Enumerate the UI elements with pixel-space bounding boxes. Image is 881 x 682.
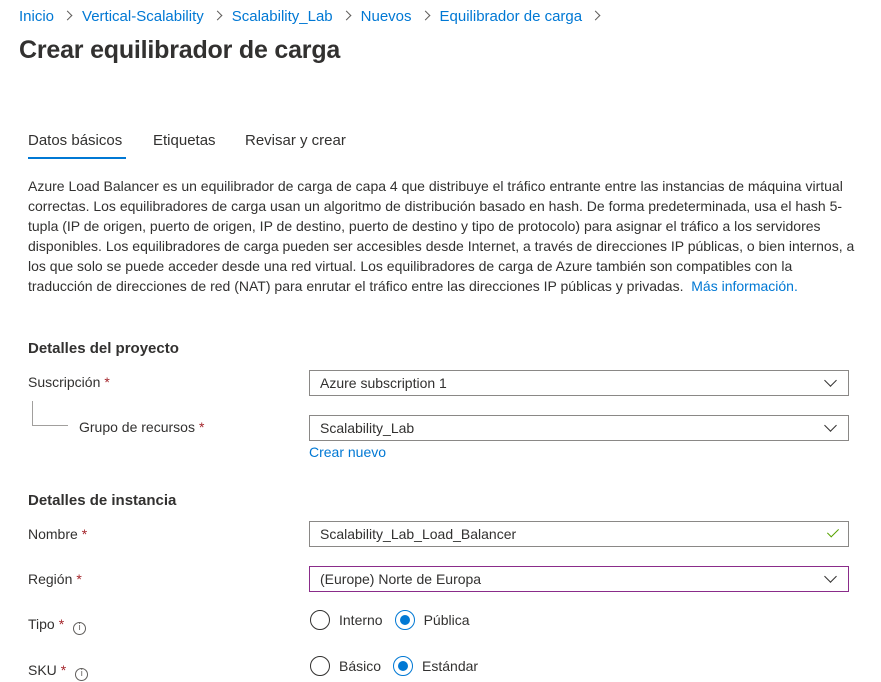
info-icon[interactable]: i — [73, 622, 87, 635]
project-details-title: Detalles del proyecto — [28, 340, 179, 357]
type-option-label: Interno — [339, 612, 383, 628]
breadcrumb-nuevos[interactable]: Nuevos — [361, 8, 412, 25]
required-mark: * — [58, 616, 65, 632]
sku-label: SKU * i — [28, 662, 89, 681]
resource-group-label-text: Grupo de recursos — [79, 419, 195, 435]
required-mark: * — [104, 374, 110, 390]
active-tab-indicator — [28, 157, 126, 159]
page-title: Crear equilibrador de carga — [19, 36, 341, 64]
type-option-label: Pública — [423, 612, 470, 628]
type-radio-group: Interno Pública — [310, 610, 482, 630]
resource-group-select[interactable]: Scalability_Lab — [309, 415, 849, 441]
region-label: Región * — [28, 571, 82, 587]
required-mark: * — [60, 662, 67, 678]
sku-label-text: SKU — [28, 662, 57, 678]
breadcrumb: Inicio Vertical-Scalability Scalability_… — [19, 6, 610, 26]
required-mark: * — [76, 571, 82, 587]
sku-option-estandar[interactable]: Estándar — [393, 656, 478, 676]
chevron-right-icon — [592, 6, 600, 26]
tab-datos-basicos[interactable]: Datos básicos — [28, 132, 122, 160]
resource-group-label: Grupo de recursos * — [79, 419, 204, 435]
chevron-right-icon — [422, 6, 430, 26]
subscription-label: Suscripción * — [28, 374, 110, 390]
radio-button[interactable] — [310, 610, 330, 630]
type-option-publica[interactable]: Pública — [394, 610, 470, 630]
radio-button-checked[interactable] — [394, 610, 415, 630]
breadcrumb-scalability-lab[interactable]: Scalability_Lab — [232, 8, 333, 25]
subscription-select[interactable]: Azure subscription 1 — [309, 370, 849, 396]
description-text: Azure Load Balancer es un equilibrador d… — [28, 178, 855, 294]
name-input[interactable]: Scalability_Lab_Load_Balancer — [309, 521, 849, 547]
required-mark: * — [81, 526, 88, 542]
tab-etiquetas[interactable]: Etiquetas — [153, 132, 216, 160]
region-label-text: Región — [28, 571, 73, 587]
chevron-down-icon — [825, 377, 836, 388]
info-icon[interactable]: i — [75, 668, 89, 681]
sku-option-label: Estándar — [422, 658, 479, 674]
breadcrumb-vertical-scalability[interactable]: Vertical-Scalability — [82, 8, 204, 25]
radio-button[interactable] — [310, 656, 330, 676]
breadcrumb-inicio[interactable]: Inicio — [19, 8, 54, 25]
more-info-link[interactable]: Más información. — [691, 278, 798, 294]
name-label-text: Nombre — [28, 526, 78, 542]
sku-option-label: Básico — [339, 658, 382, 674]
name-label: Nombre * — [28, 526, 87, 542]
subscription-label-text: Suscripción — [28, 374, 101, 390]
tree-connector — [32, 401, 33, 425]
chevron-down-icon — [825, 573, 836, 584]
name-value: Scalability_Lab_Load_Balancer — [320, 526, 517, 542]
chevron-right-icon — [214, 6, 222, 26]
resource-group-value: Scalability_Lab — [320, 420, 415, 436]
chevron-right-icon — [64, 6, 72, 26]
type-option-interno[interactable]: Interno — [310, 610, 383, 630]
sku-option-basico[interactable]: Básico — [310, 656, 381, 676]
chevron-down-icon — [825, 422, 836, 433]
checkmark-icon — [826, 526, 840, 540]
sku-radio-group: Básico Estándar — [310, 656, 490, 676]
type-label: Tipo * i — [28, 616, 87, 635]
chevron-right-icon — [343, 6, 351, 26]
description: Azure Load Balancer es un equilibrador d… — [28, 176, 856, 296]
instance-details-title: Detalles de instancia — [28, 492, 177, 509]
breadcrumb-equilibrador-de-carga[interactable]: Equilibrador de carga — [440, 8, 583, 25]
tree-connector — [32, 425, 68, 426]
required-mark: * — [198, 419, 205, 435]
subscription-value: Azure subscription 1 — [320, 375, 447, 391]
type-label-text: Tipo — [28, 616, 55, 632]
radio-button-checked[interactable] — [393, 656, 414, 676]
region-value: (Europe) Norte de Europa — [320, 571, 482, 587]
create-new-link[interactable]: Crear nuevo — [309, 444, 386, 460]
tab-revisar-y-crear[interactable]: Revisar y crear — [245, 132, 346, 160]
region-select[interactable]: (Europe) Norte de Europa — [309, 566, 849, 592]
